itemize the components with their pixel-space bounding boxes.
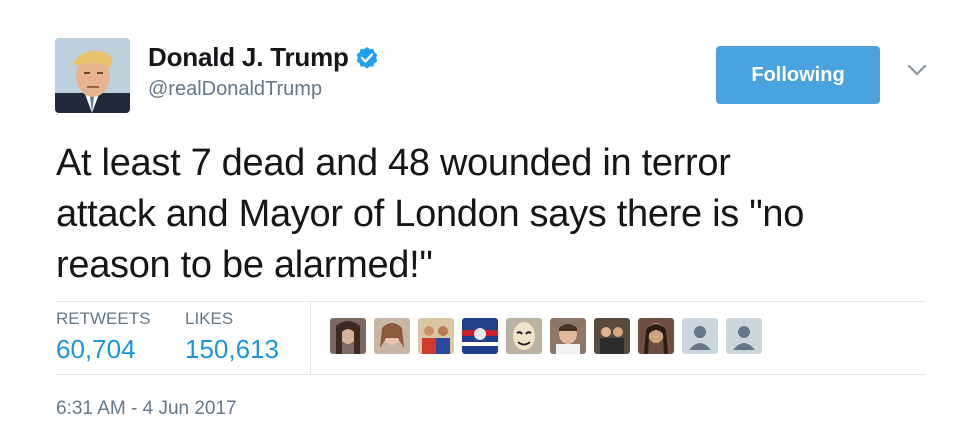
liker-avatar[interactable] bbox=[638, 318, 674, 354]
likers-avatars bbox=[330, 318, 762, 354]
following-button[interactable]: Following bbox=[716, 46, 880, 104]
tweet-line: reason to be alarmed!" bbox=[56, 244, 433, 286]
liker-avatar[interactable] bbox=[462, 318, 498, 354]
default-profile-icon[interactable] bbox=[726, 318, 762, 354]
retweets-stat[interactable]: RETWEETS 60,704 bbox=[56, 309, 150, 365]
profile-avatar[interactable] bbox=[55, 38, 130, 113]
verified-badge-icon bbox=[355, 46, 379, 70]
stats-bottom-divider bbox=[56, 374, 926, 375]
default-profile-icon[interactable] bbox=[682, 318, 718, 354]
tweet-line: attack and Mayor of London says there is… bbox=[56, 193, 805, 235]
tweet-timestamp[interactable]: 6:31 AM - 4 Jun 2017 bbox=[56, 398, 237, 420]
likes-stat[interactable]: LIKES 150,613 bbox=[185, 309, 279, 365]
likes-label: LIKES bbox=[185, 309, 234, 328]
stats-vertical-divider bbox=[310, 302, 311, 374]
retweets-count[interactable]: 60,704 bbox=[56, 334, 150, 365]
likes-count[interactable]: 150,613 bbox=[185, 334, 279, 365]
liker-avatar[interactable] bbox=[506, 318, 542, 354]
avatar-image bbox=[55, 38, 130, 113]
stats-top-divider bbox=[56, 301, 926, 302]
chevron-down-icon[interactable] bbox=[906, 62, 928, 78]
tweet-text: At least 7 dead and 48 wounded in terror… bbox=[56, 138, 936, 291]
liker-avatar[interactable] bbox=[594, 318, 630, 354]
tweet-line: At least 7 dead and 48 wounded in terror bbox=[56, 142, 731, 184]
liker-avatar[interactable] bbox=[374, 318, 410, 354]
user-name-row[interactable]: Donald J. Trump bbox=[148, 42, 379, 73]
liker-avatar[interactable] bbox=[330, 318, 366, 354]
liker-avatar[interactable] bbox=[550, 318, 586, 354]
display-name[interactable]: Donald J. Trump bbox=[148, 42, 349, 73]
retweets-label: RETWEETS bbox=[56, 309, 151, 328]
liker-avatar[interactable] bbox=[418, 318, 454, 354]
user-handle[interactable]: @realDonaldTrump bbox=[148, 78, 322, 101]
